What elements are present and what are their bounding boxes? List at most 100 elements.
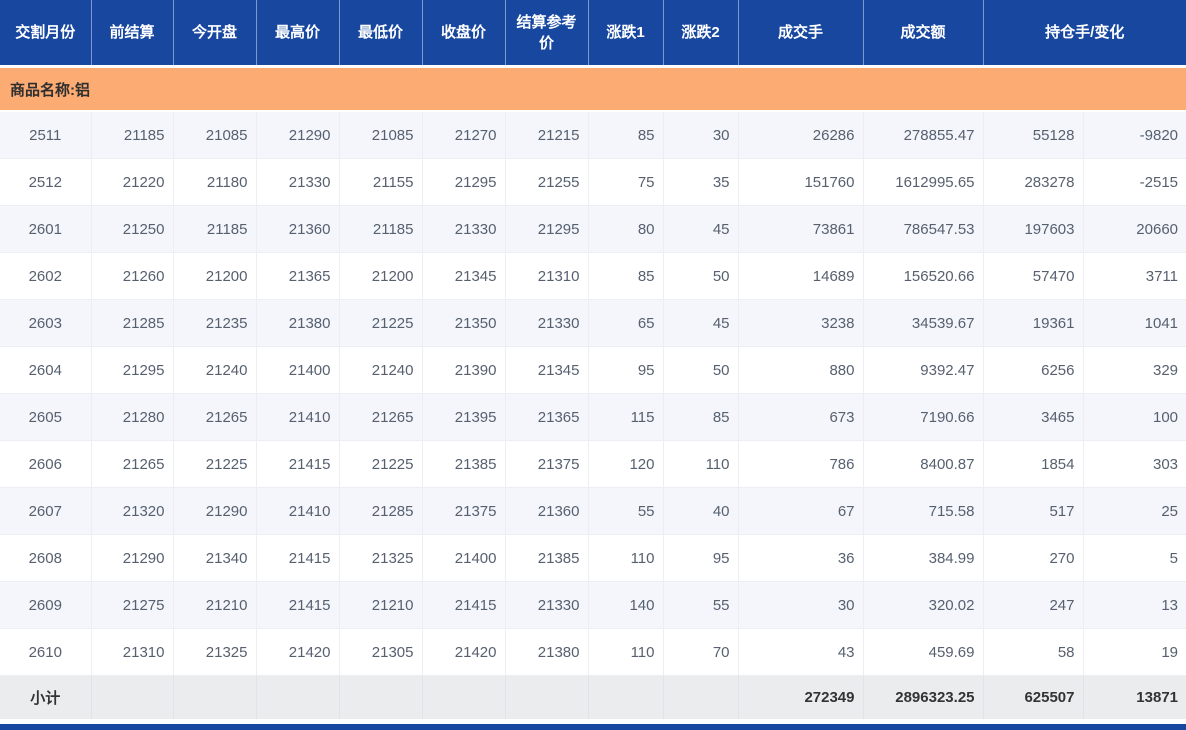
cell-open: 21210 xyxy=(173,582,256,629)
cell-open: 21180 xyxy=(173,159,256,206)
column-header-label: 持仓手/变化 xyxy=(1045,24,1124,41)
cell-low: 21155 xyxy=(339,159,422,206)
cell-oi: 58 xyxy=(983,629,1083,676)
subtotal-oi: 625507 xyxy=(983,676,1083,720)
cell-settle_ref: 21330 xyxy=(505,300,588,347)
cell-open: 21235 xyxy=(173,300,256,347)
cell-low: 21210 xyxy=(339,582,422,629)
cell-oi: 197603 xyxy=(983,206,1083,253)
cell-change1: 95 xyxy=(588,347,663,394)
cell-low: 21085 xyxy=(339,111,422,159)
cell-turnover: 320.02 xyxy=(863,582,983,629)
cell-settle_ref: 21255 xyxy=(505,159,588,206)
cell-oi: 57470 xyxy=(983,253,1083,300)
cell-low: 21265 xyxy=(339,394,422,441)
cell-oi: 19361 xyxy=(983,300,1083,347)
cell-volume: 43 xyxy=(738,629,863,676)
cell-turnover: 1612995.65 xyxy=(863,159,983,206)
cell-volume: 26286 xyxy=(738,111,863,159)
quote-row-2604: 2604212952124021400212402139021345955088… xyxy=(0,347,1186,394)
quote-row-2606: 2606212652122521415212252138521375120110… xyxy=(0,441,1186,488)
cell-change2: 30 xyxy=(663,111,738,159)
cell-high: 21415 xyxy=(256,582,339,629)
cell-turnover: 7190.66 xyxy=(863,394,983,441)
cell-high: 21365 xyxy=(256,253,339,300)
cell-open: 21085 xyxy=(173,111,256,159)
column-header-label: 今开盘 xyxy=(192,24,237,41)
quote-row-2607: 2607213202129021410212852137521360554067… xyxy=(0,488,1186,535)
cell-oi_change: 3711 xyxy=(1083,253,1186,300)
cell-close: 21375 xyxy=(422,488,505,535)
cell-oi_change: 329 xyxy=(1083,347,1186,394)
cell-oi_change: 1041 xyxy=(1083,300,1186,347)
cell-settle_ref: 21380 xyxy=(505,629,588,676)
cell-oi_change: 13 xyxy=(1083,582,1186,629)
cell-oi_change: -2515 xyxy=(1083,159,1186,206)
cell-change2: 85 xyxy=(663,394,738,441)
subtotal-label: 小计 xyxy=(0,676,91,720)
cell-high: 21420 xyxy=(256,629,339,676)
cell-volume: 3238 xyxy=(738,300,863,347)
cell-change1: 85 xyxy=(588,111,663,159)
cell-change1: 110 xyxy=(588,629,663,676)
cell-turnover: 384.99 xyxy=(863,535,983,582)
cell-month: 2512 xyxy=(0,159,91,206)
cell-oi_change: -9820 xyxy=(1083,111,1186,159)
cell-prev_settle: 21260 xyxy=(91,253,173,300)
cell-change2: 55 xyxy=(663,582,738,629)
cell-change2: 35 xyxy=(663,159,738,206)
column-header-label: 最高价 xyxy=(275,24,320,41)
cell-low: 21240 xyxy=(339,347,422,394)
column-header-label: 结算参考价 xyxy=(515,12,579,54)
cell-oi_change: 19 xyxy=(1083,629,1186,676)
subtotal-high xyxy=(256,676,339,720)
cell-turnover: 459.69 xyxy=(863,629,983,676)
quote-row-2609: 2609212752121021415212102141521330140553… xyxy=(0,582,1186,629)
cell-open: 21265 xyxy=(173,394,256,441)
cell-volume: 67 xyxy=(738,488,863,535)
cell-oi: 517 xyxy=(983,488,1083,535)
table-header-row: 交割月份前结算今开盘最高价最低价收盘价结算参考价涨跌1涨跌2成交手成交额持仓手/… xyxy=(0,0,1186,67)
table-header: 交割月份前结算今开盘最高价最低价收盘价结算参考价涨跌1涨跌2成交手成交额持仓手/… xyxy=(0,0,1186,67)
cell-change1: 65 xyxy=(588,300,663,347)
cell-close: 21390 xyxy=(422,347,505,394)
cell-turnover: 8400.87 xyxy=(863,441,983,488)
cell-prev_settle: 21265 xyxy=(91,441,173,488)
column-header-label: 收盘价 xyxy=(441,24,486,41)
cell-open: 21290 xyxy=(173,488,256,535)
cell-month: 2601 xyxy=(0,206,91,253)
cell-open: 21240 xyxy=(173,347,256,394)
cell-close: 21330 xyxy=(422,206,505,253)
column-header-label: 交割月份 xyxy=(15,24,75,41)
cell-settle_ref: 21365 xyxy=(505,394,588,441)
cell-month: 2604 xyxy=(0,347,91,394)
column-header-high: 最高价 xyxy=(256,0,339,67)
cell-open: 21340 xyxy=(173,535,256,582)
cell-oi_change: 5 xyxy=(1083,535,1186,582)
cell-change2: 70 xyxy=(663,629,738,676)
cell-prev_settle: 21280 xyxy=(91,394,173,441)
column-header-label: 成交额 xyxy=(900,24,945,41)
cell-change1: 75 xyxy=(588,159,663,206)
cell-oi_change: 303 xyxy=(1083,441,1186,488)
cell-high: 21290 xyxy=(256,111,339,159)
cell-change2: 50 xyxy=(663,347,738,394)
cell-prev_settle: 21295 xyxy=(91,347,173,394)
subtotal-settle_ref xyxy=(505,676,588,720)
cell-close: 21350 xyxy=(422,300,505,347)
cell-change2: 110 xyxy=(663,441,738,488)
cell-high: 21415 xyxy=(256,535,339,582)
cell-prev_settle: 21320 xyxy=(91,488,173,535)
quote-row-2610: 2610213102132521420213052142021380110704… xyxy=(0,629,1186,676)
quote-row-2608: 2608212902134021415213252140021385110953… xyxy=(0,535,1186,582)
cell-change2: 95 xyxy=(663,535,738,582)
cell-open: 21325 xyxy=(173,629,256,676)
cell-low: 21225 xyxy=(339,300,422,347)
column-header-label: 最低价 xyxy=(358,24,403,41)
cell-oi: 6256 xyxy=(983,347,1083,394)
cell-low: 21185 xyxy=(339,206,422,253)
cell-month: 2511 xyxy=(0,111,91,159)
cell-high: 21360 xyxy=(256,206,339,253)
cell-volume: 73861 xyxy=(738,206,863,253)
quote-row-2602: 2602212602120021365212002134521310855014… xyxy=(0,253,1186,300)
